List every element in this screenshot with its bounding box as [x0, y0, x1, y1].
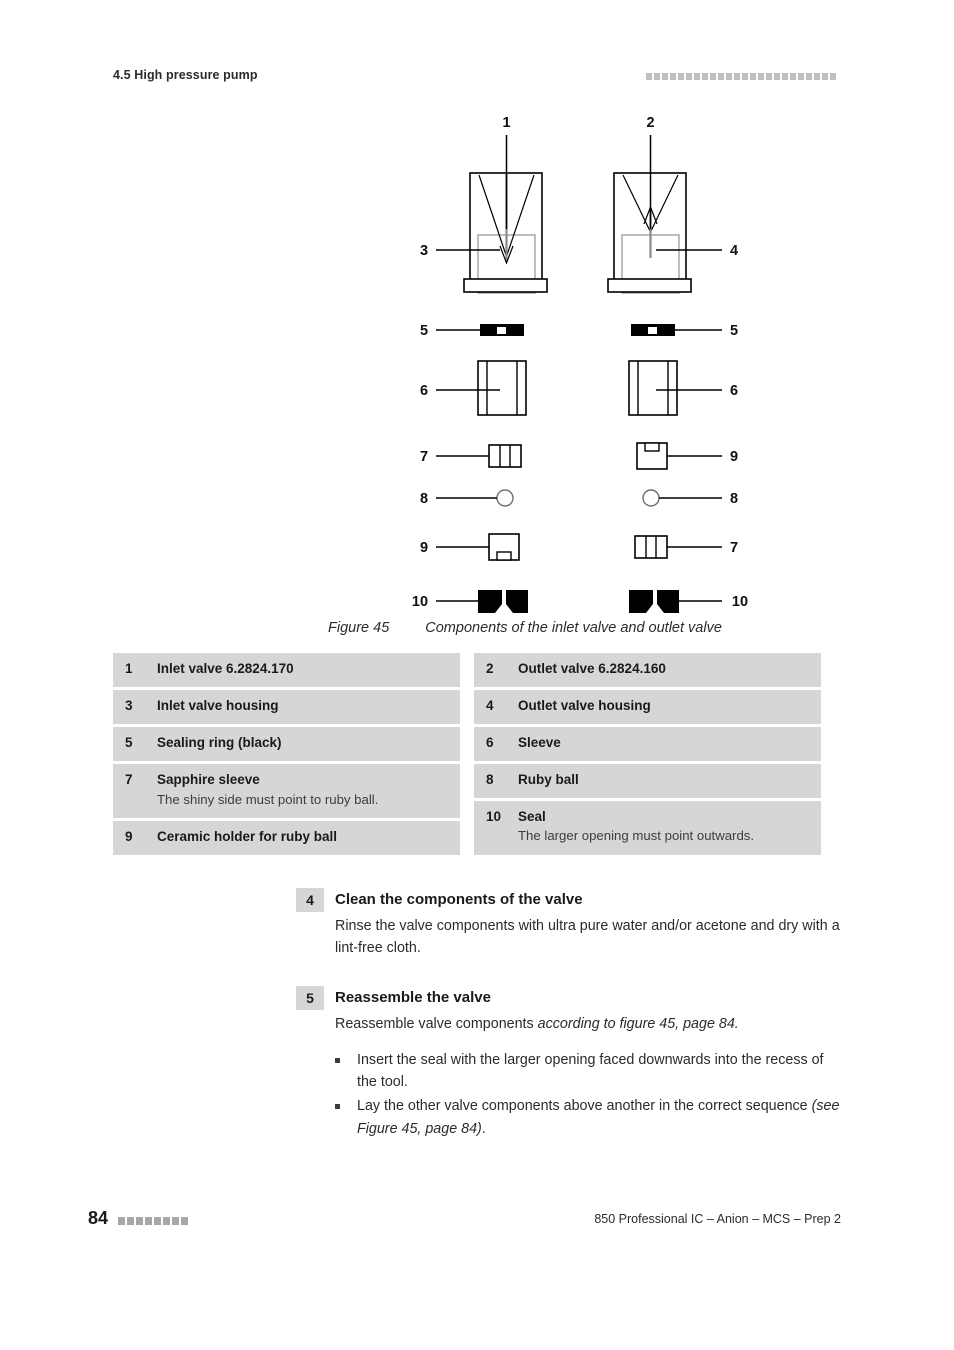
- step-5: 5 Reassemble the valve Reassemble valve …: [296, 985, 841, 1140]
- callout-5-right: 5: [730, 323, 738, 339]
- legend-row-number: 7: [125, 771, 133, 787]
- bullet-2-plain: Lay the other valve components above ano…: [357, 1098, 812, 1115]
- page-header: 4.5 High pressure pump: [0, 68, 954, 88]
- legend-row-label: Inlet valve 6.2824.170: [157, 661, 294, 676]
- callout-4: 4: [730, 243, 738, 259]
- step-5-body-italic: according to figure 45, page 84.: [537, 1015, 739, 1032]
- legend-row-label: Ceramic holder for ruby ball: [157, 828, 338, 844]
- figure-caption-text: Components of the inlet valve and outlet…: [425, 620, 722, 636]
- figure-caption-number: Figure 45: [328, 620, 390, 636]
- legend-row-label: Ruby ball: [518, 771, 579, 787]
- step-5-body-plain: Reassemble valve components: [335, 1015, 538, 1032]
- callout-6-right: 6: [730, 383, 738, 399]
- legend-row-number: 8: [486, 771, 494, 787]
- bullet-text-2: Lay the other valve components above ano…: [357, 1095, 841, 1140]
- step-5-number: 5: [296, 985, 324, 1010]
- legend-row-body: Ceramic holder for ruby ball: [157, 829, 454, 846]
- callout-5-left: 5: [420, 323, 428, 339]
- callout-10-left: 10: [412, 594, 428, 610]
- figure-45-diagram: 1 2 3 4 5 5 6 6 7 9 8 8 9 7 10 10: [0, 100, 954, 620]
- legend-row-note: The shiny side must point to ruby ball.: [157, 791, 379, 807]
- document-page: 4.5 High pressure pump 1 2 3 4 5 5 6 6 7…: [0, 0, 954, 1350]
- legend-row-body: Sealing ring (black): [157, 735, 454, 752]
- step-4-number: 4: [296, 888, 324, 912]
- legend-row-number: 4: [486, 697, 494, 713]
- legend-row: 4 Outlet valve housing: [474, 689, 821, 724]
- list-item: Lay the other valve components above ano…: [335, 1095, 841, 1140]
- step-5-bullet-list: Insert the seal with the larger opening …: [335, 1049, 841, 1140]
- step-4-title: Clean the components of the valve: [335, 891, 583, 908]
- header-section-title: 4.5 High pressure pump: [113, 68, 258, 82]
- legend-row: 8 Ruby ball: [474, 763, 821, 798]
- figure-caption: Figure 45 Components of the inlet valve a…: [328, 620, 722, 636]
- footer-decor-squares: [118, 1217, 188, 1225]
- legend-row-label: Seal: [518, 808, 546, 824]
- bullet-square-icon: [335, 1049, 357, 1063]
- callout-7-right: 7: [730, 540, 738, 556]
- callout-8-right: 8: [730, 491, 738, 507]
- step-5-body: Reassemble valve components according to…: [335, 1013, 841, 1035]
- legend-row-body: Seal The larger opening must point outwar…: [518, 809, 815, 846]
- legend-row-label: Inlet valve housing: [157, 697, 279, 713]
- legend-row-note: The larger opening must point outwards.: [518, 828, 755, 844]
- page-number: 84: [88, 1208, 109, 1228]
- legend-row-body: Sleeve: [518, 735, 815, 752]
- callout-8-left: 8: [420, 491, 428, 507]
- legend-row: 5 Sealing ring (black): [113, 726, 460, 761]
- legend-row-label: Sleeve: [518, 734, 561, 750]
- legend-row-body: Ruby ball: [518, 772, 815, 789]
- step-4-head: 4 Clean the components of the valve: [296, 888, 841, 912]
- legend-row: 9 Ceramic holder for ruby ball: [113, 820, 460, 855]
- legend-row: 1 Inlet valve 6.2824.170: [113, 653, 460, 687]
- step-4: 4 Clean the components of the valve Rins…: [296, 888, 841, 960]
- legend-row-number: 6: [486, 734, 494, 750]
- legend-row-body: Outlet valve 6.2824.160: [518, 661, 815, 678]
- legend-row: 3 Inlet valve housing: [113, 689, 460, 724]
- legend-row-number: 10: [486, 808, 502, 824]
- bullet-square-icon: [335, 1095, 357, 1110]
- legend-row-body: Sapphire sleeve The shiny side must point…: [157, 772, 454, 809]
- callout-2: 2: [646, 115, 654, 131]
- legend-row-number: 9: [125, 828, 133, 844]
- legend-row-number: 2: [486, 661, 494, 676]
- callout-9-right: 9: [730, 449, 738, 465]
- step-4-body: Rinse the valve components with ultra pu…: [335, 918, 840, 957]
- legend-column-left: 1 Inlet valve 6.2824.170 3 Inlet valve hous…: [113, 653, 460, 855]
- legend-row-body: Inlet valve housing: [157, 698, 454, 715]
- callout-1: 1: [502, 115, 510, 131]
- figure-legend-table: 1 Inlet valve 6.2824.170 3 Inlet valve hous…: [113, 653, 837, 855]
- callout-3: 3: [420, 243, 428, 259]
- legend-row-label: Outlet valve housing: [518, 697, 651, 713]
- legend-row-body: Inlet valve 6.2824.170: [157, 661, 454, 678]
- bullet-text-1: Insert the seal with the larger opening …: [357, 1049, 841, 1094]
- list-item: Insert the seal with the larger opening …: [335, 1049, 841, 1094]
- callout-6-left: 6: [420, 383, 428, 399]
- legend-row: 2 Outlet valve 6.2824.160: [474, 653, 821, 687]
- bullet-1-plain: Insert the seal with the larger opening …: [357, 1051, 824, 1091]
- legend-row: 6 Sleeve: [474, 726, 821, 761]
- legend-row-label: Sealing ring (black): [157, 734, 282, 750]
- callout-10-right: 10: [732, 594, 748, 610]
- legend-row: 10 Seal The larger opening must point outw…: [474, 800, 821, 855]
- callout-7-left: 7: [420, 449, 428, 465]
- procedure-steps: 4 Clean the components of the valve Rins…: [296, 888, 841, 1166]
- callout-9-left: 9: [420, 540, 428, 556]
- step-5-head: 5 Reassemble the valve: [296, 985, 841, 1010]
- legend-row: 7 Sapphire sleeve The shiny side must poin…: [113, 763, 460, 818]
- legend-row-label: Outlet valve 6.2824.160: [518, 661, 666, 676]
- page-footer: 84 850 Professional IC – Anion – MCS – P…: [0, 1208, 954, 1234]
- bullet-2-tail: .: [481, 1120, 486, 1137]
- legend-row-number: 1: [125, 661, 133, 676]
- footer-document-title: 850 Professional IC – Anion – MCS – Prep…: [594, 1212, 841, 1226]
- header-decor-squares: [646, 73, 836, 80]
- legend-row-number: 5: [125, 734, 133, 750]
- legend-row-number: 3: [125, 697, 133, 713]
- legend-row-body: Outlet valve housing: [518, 698, 815, 715]
- legend-row-label: Sapphire sleeve: [157, 771, 260, 787]
- legend-column-right: 2 Outlet valve 6.2824.160 4 Outlet valve ho…: [474, 653, 821, 855]
- step-5-title: Reassemble the valve: [335, 988, 491, 1006]
